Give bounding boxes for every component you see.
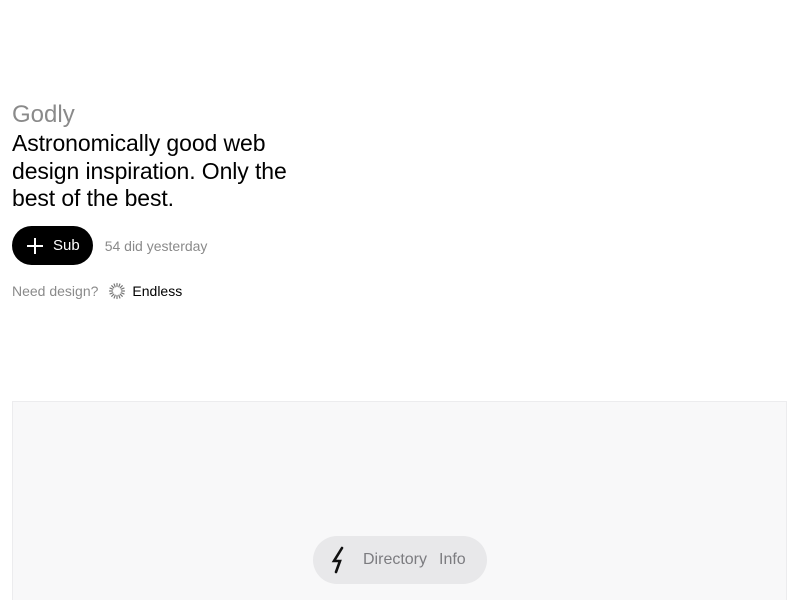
nav-info[interactable]: Info	[439, 551, 466, 569]
bottom-nav: Directory Info	[313, 536, 487, 584]
endless-link[interactable]: Endless	[108, 282, 182, 300]
promo-label: Need design?	[12, 283, 99, 299]
plus-icon	[27, 237, 43, 254]
endless-link-label: Endless	[132, 283, 183, 299]
promo-row: Need design? Endless	[12, 282, 182, 300]
nav-directory[interactable]: Directory	[363, 551, 427, 569]
tagline: Astronomically good web design inspirati…	[12, 130, 287, 211]
subscribe-button[interactable]: Sub	[12, 226, 93, 265]
subscriber-count: 54 did yesterday	[104, 237, 208, 254]
page: Godly Astronomically good web design ins…	[0, 0, 800, 600]
brand-name[interactable]: Godly	[12, 100, 312, 130]
bolt-icon[interactable]	[329, 546, 349, 574]
hero: Godly Astronomically good web design ins…	[12, 100, 312, 213]
subscribe-row: Sub 54 did yesterday	[12, 226, 207, 265]
sun-burst-icon	[109, 282, 126, 300]
subscribe-button-label: Sub	[53, 237, 80, 254]
